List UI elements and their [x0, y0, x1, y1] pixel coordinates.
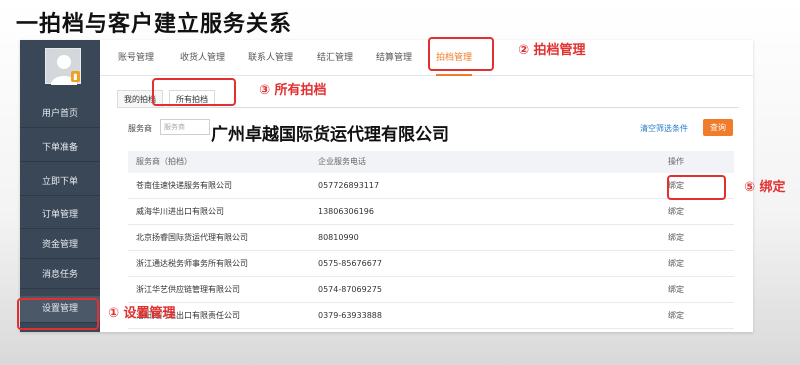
clear-filters-link[interactable]: 清空筛选条件	[640, 123, 688, 134]
tab-billing[interactable]: 结算管理	[376, 40, 412, 76]
provider-phone: 0379-63933888	[318, 311, 382, 320]
provider-search-input[interactable]: 服务商	[160, 119, 210, 135]
provider-phone: 80810990	[318, 233, 359, 242]
tab-fx-settlement[interactable]: 结汇管理	[317, 40, 353, 76]
provider-phone: 0574-87069275	[318, 285, 382, 294]
sidebar-item-funds[interactable]: 资金管理	[20, 232, 100, 259]
tab-contacts[interactable]: 联系人管理	[248, 40, 293, 76]
table-header: 服务商（拍档） 企业服务电话 操作	[128, 151, 734, 173]
bind-button[interactable]: 绑定	[668, 251, 684, 277]
provider-name: 北京扬睿国际货运代理有限公司	[136, 233, 248, 242]
bind-button[interactable]: 绑定	[668, 277, 684, 303]
sidebar-item-place-order[interactable]: 立即下单	[20, 169, 100, 196]
table-row: 威海华川进出口有限公司 13806306196 绑定	[128, 199, 734, 225]
provider-phone: 057726893117	[318, 181, 380, 190]
table-row: 苍南佳速快递服务有限公司 057726893117 绑定	[128, 173, 734, 199]
provider-name: 浙江华艺供应链管理有限公司	[136, 285, 240, 294]
bind-button[interactable]: 绑定	[668, 303, 684, 329]
query-button[interactable]: 查询	[703, 119, 733, 136]
table-row: 北京扬睿国际货运代理有限公司 80810990 绑定	[128, 225, 734, 251]
annotation-step1: ① 设置管理	[108, 306, 176, 321]
highlight-bind-box	[667, 175, 726, 200]
app-screen: ▮ 用户首页 下单准备 立即下单 订单管理 资金管理 消息任务 设置管理 账号管…	[20, 40, 753, 332]
provider-name: 苍南佳速快递服务有限公司	[136, 181, 232, 190]
sidebar-item-messages[interactable]: 消息任务	[20, 262, 100, 289]
tab-consignee[interactable]: 收货人管理	[180, 40, 225, 76]
provider-phone: 0575-85676677	[318, 259, 382, 268]
overlay-company-name: 广州卓越国际货运代理有限公司	[211, 125, 449, 145]
annotation-step5: ⑤ 绑定	[744, 180, 786, 195]
slide-title: 一拍档与客户建立服务关系	[16, 12, 293, 37]
header-provider: 服务商（拍档）	[136, 157, 192, 166]
tab-account[interactable]: 账号管理	[118, 40, 154, 76]
partners-table: 服务商（拍档） 企业服务电话 操作 苍南佳速快递服务有限公司 057726893…	[128, 151, 734, 329]
bind-button[interactable]: 绑定	[668, 225, 684, 251]
provider-phone: 13806306196	[318, 207, 374, 216]
provider-name: 威海华川进出口有限公司	[136, 207, 224, 216]
table-row: 洛阳博门进出口有限责任公司 0379-63933888 绑定	[128, 303, 734, 329]
lock-badge-icon: ▮	[71, 71, 80, 82]
annotation-step2: ② 拍档管理	[518, 43, 586, 58]
bind-button[interactable]: 绑定	[668, 199, 684, 225]
subtab-divider	[117, 107, 739, 108]
highlight-settings-box	[17, 298, 99, 330]
filter-label: 服务商	[128, 124, 152, 133]
header-action: 操作	[668, 157, 684, 166]
table-row: 浙江华艺供应链管理有限公司 0574-87069275 绑定	[128, 277, 734, 303]
highlight-partners-tab-box	[428, 37, 494, 71]
table-row: 浙江通达税务师事务所有限公司 0575-85676677 绑定	[128, 251, 734, 277]
sidebar-item-order-prep[interactable]: 下单准备	[20, 135, 100, 162]
highlight-all-partners-box	[152, 78, 236, 106]
annotation-step3: ③ 所有拍档	[259, 83, 327, 98]
sidebar: ▮ 用户首页 下单准备 立即下单 订单管理 资金管理 消息任务 设置管理	[20, 40, 100, 332]
sidebar-item-orders[interactable]: 订单管理	[20, 202, 100, 229]
provider-name: 浙江通达税务师事务所有限公司	[136, 259, 248, 268]
sidebar-item-home[interactable]: 用户首页	[20, 101, 100, 128]
header-phone: 企业服务电话	[318, 157, 366, 166]
